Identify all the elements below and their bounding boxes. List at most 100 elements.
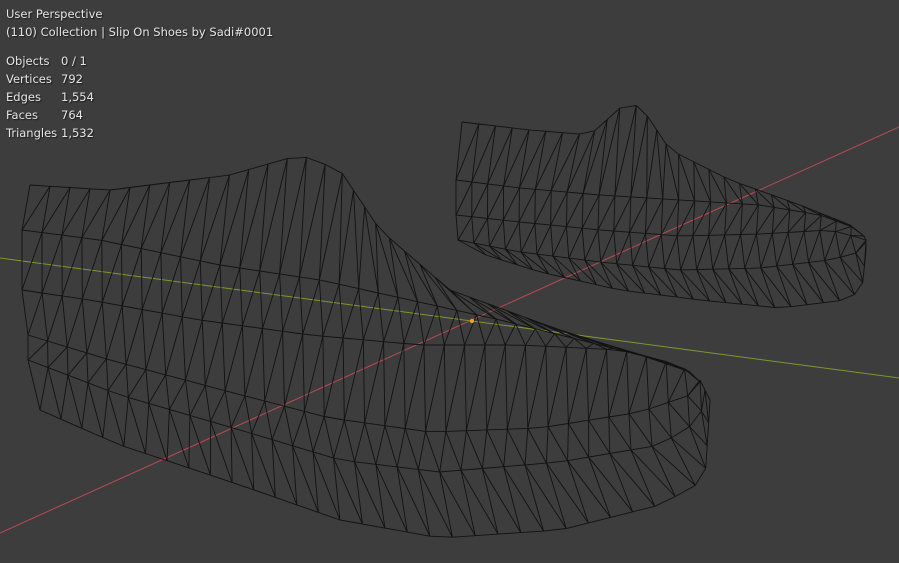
mesh-edge [199, 177, 233, 483]
mesh-edge [189, 385, 206, 416]
mesh-edge [608, 351, 628, 418]
mesh-edge [518, 131, 547, 189]
mesh-edge [39, 367, 49, 411]
mesh-edge [565, 193, 584, 227]
mesh-edge [839, 257, 855, 295]
mesh-edge [568, 257, 581, 282]
mesh-edge [687, 381, 701, 397]
mesh-edge [723, 176, 776, 308]
mesh-edge [302, 279, 320, 335]
mesh-edge [486, 344, 506, 430]
mesh-edge [676, 200, 696, 237]
mesh-edge [244, 328, 263, 397]
mesh-edge [824, 231, 836, 261]
mesh-edge [487, 125, 518, 266]
mesh-edge [47, 346, 68, 368]
mesh-edge [284, 333, 304, 407]
mesh-edge [616, 232, 631, 264]
mesh-edge [292, 411, 305, 446]
mesh-edge [628, 413, 632, 450]
mesh-edge [125, 309, 143, 365]
mesh-edge [141, 252, 162, 310]
mesh-edge [241, 270, 261, 326]
mesh-edge [760, 267, 776, 308]
mesh-edge [333, 419, 345, 459]
mesh-edge [792, 231, 805, 265]
mesh-edge [27, 340, 48, 361]
mesh-edge [239, 169, 276, 498]
object-origin-dot [469, 318, 475, 324]
mesh-edge [670, 437, 696, 486]
mesh-edge [445, 344, 466, 432]
mesh-edge [740, 204, 759, 235]
mesh-edge [81, 188, 104, 438]
mesh-edge [161, 256, 182, 314]
mesh-edge [660, 199, 680, 235]
mesh-edge [552, 226, 567, 257]
3d-viewport[interactable]: User Perspective (110) Collection | Slip… [0, 0, 899, 563]
mesh-edge [651, 446, 676, 497]
mesh-edge [808, 230, 821, 263]
mesh-edge [487, 303, 611, 518]
mesh-edge [481, 468, 499, 535]
mesh-edge [282, 276, 300, 332]
mesh-edge [271, 406, 285, 440]
right-shoe-wireframe[interactable] [455, 105, 867, 308]
mesh-edge [487, 185, 505, 219]
mesh-edge [568, 228, 583, 259]
mesh-edge [689, 426, 707, 469]
mesh-edge [343, 339, 364, 421]
mesh-edge [219, 175, 255, 490]
mesh-edge [699, 379, 702, 412]
mesh-edge [678, 154, 727, 303]
mesh-edge [230, 395, 246, 428]
mesh-edge [145, 312, 163, 370]
mesh-edge [375, 425, 386, 465]
mesh-edge [760, 233, 773, 269]
mesh-edge [140, 184, 168, 461]
mesh-edge [567, 460, 589, 524]
mesh-edge [425, 344, 445, 432]
mesh-edge [839, 235, 852, 258]
mesh-edge [457, 216, 473, 241]
mesh-edge [803, 215, 822, 232]
mesh-edge [545, 333, 556, 347]
mesh-edge [27, 292, 43, 336]
mesh-edge [771, 209, 791, 234]
mesh-edge [166, 409, 170, 461]
mesh-edge [439, 431, 447, 473]
mesh-edge [648, 408, 653, 447]
mesh-edge [616, 263, 629, 292]
mesh-edge [787, 212, 807, 233]
mesh-edge [567, 348, 587, 424]
mesh-edge [417, 469, 431, 537]
mesh-edge [598, 108, 621, 196]
mesh-edge [60, 375, 69, 420]
viewport-scene[interactable] [0, 0, 899, 563]
mesh-edge [506, 345, 526, 430]
mesh-edge [609, 453, 634, 512]
mesh-edge [464, 314, 477, 346]
mesh-edge [66, 298, 83, 348]
mesh-edge [646, 129, 658, 198]
mesh-edge [121, 248, 142, 307]
mesh-edge [342, 288, 360, 339]
mesh-edge [696, 235, 710, 270]
mesh-edge [460, 430, 467, 471]
mesh-edge [364, 341, 385, 423]
mesh-edge [708, 202, 727, 236]
mesh-edge [264, 331, 284, 402]
mesh-edge [148, 374, 167, 404]
left-shoe-wireframe[interactable] [21, 156, 711, 538]
mesh-edge [417, 431, 426, 470]
mesh-edge [465, 344, 486, 431]
mesh-edge [712, 234, 726, 270]
mesh-edge [518, 189, 536, 223]
mesh-edge [632, 233, 646, 266]
mesh-edge [808, 262, 824, 303]
mesh-edge [354, 422, 366, 462]
mesh-edge [586, 343, 595, 349]
mesh-edge [81, 382, 89, 429]
mesh-edge [536, 224, 552, 255]
mesh-edge [251, 433, 255, 490]
